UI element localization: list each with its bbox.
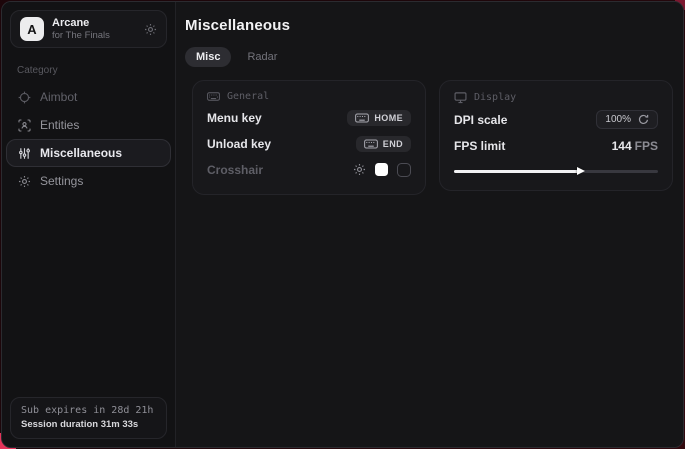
sidebar-item-label: Entities xyxy=(40,118,79,132)
sidebar-item-settings[interactable]: Settings xyxy=(6,167,171,195)
sidebar-nav: Aimbot Entities xyxy=(2,83,175,195)
unload-key-label: Unload key xyxy=(207,137,271,151)
crosshair-settings-gear-icon[interactable] xyxy=(353,163,366,176)
app-name: Arcane xyxy=(52,17,136,30)
fps-limit-label: FPS limit xyxy=(454,139,505,153)
dpi-scale-row: DPI scale 100% xyxy=(454,108,658,131)
menu-key-row: Menu key HOME xyxy=(207,106,411,129)
sidebar: A Arcane for The Finals Category xyxy=(2,2,176,447)
category-label: Category xyxy=(17,65,160,76)
tab-radar[interactable]: Radar xyxy=(236,47,288,67)
crosshair-label: Crosshair xyxy=(207,163,263,177)
menu-key-label: Menu key xyxy=(207,111,262,125)
person-scan-icon xyxy=(18,119,31,132)
unload-key-bind-button[interactable]: END xyxy=(356,136,411,152)
sliders-icon xyxy=(18,147,31,160)
keyboard-icon xyxy=(207,92,220,101)
crosshair-row: Crosshair xyxy=(207,158,411,181)
sidebar-item-aimbot[interactable]: Aimbot xyxy=(6,83,171,111)
sidebar-item-entities[interactable]: Entities xyxy=(6,111,171,139)
fps-limit-slider[interactable] xyxy=(454,166,658,177)
unload-key-row: Unload key END xyxy=(207,132,411,155)
app-title-block: Arcane for The Finals xyxy=(52,17,136,42)
fps-unit: FPS xyxy=(635,139,658,153)
crosshair-icon xyxy=(18,91,31,104)
app-window: A Arcane for The Finals Category xyxy=(1,1,684,448)
fps-slider-thumb[interactable] xyxy=(577,167,585,175)
dpi-scale-label: DPI scale xyxy=(454,113,507,127)
fps-slider-fill xyxy=(454,170,580,173)
app-subtitle: for The Finals xyxy=(52,30,136,41)
app-logo: A xyxy=(20,17,44,41)
cycle-icon xyxy=(638,114,649,125)
sidebar-item-label: Aimbot xyxy=(40,90,77,104)
general-panel-header: General xyxy=(207,91,411,102)
fps-limit-row: FPS limit 144FPS xyxy=(454,134,658,157)
page-title: Miscellaneous xyxy=(185,17,673,34)
display-panel-title: Display xyxy=(474,92,516,103)
main-content: Miscellaneous Misc Radar General xyxy=(176,2,684,447)
panels-row: General Menu key HOME xyxy=(192,80,673,195)
general-panel-title: General xyxy=(227,91,269,102)
display-panel: Display DPI scale 100% xyxy=(439,80,673,191)
header-gear-icon[interactable] xyxy=(144,23,157,36)
gear-icon xyxy=(18,175,31,188)
dpi-scale-select[interactable]: 100% xyxy=(596,110,658,129)
tab-misc[interactable]: Misc xyxy=(185,47,231,67)
menu-key-bind-button[interactable]: HOME xyxy=(347,110,411,126)
tab-bar: Misc Radar xyxy=(185,47,673,67)
keyboard-icon xyxy=(355,113,369,123)
fps-limit-value: 144FPS xyxy=(612,139,658,153)
sidebar-item-miscellaneous[interactable]: Miscellaneous xyxy=(6,139,171,167)
dpi-scale-value: 100% xyxy=(605,114,631,125)
session-duration-text: Session duration 31m 33s xyxy=(21,419,156,430)
sidebar-item-label: Miscellaneous xyxy=(40,146,122,160)
crosshair-controls xyxy=(353,163,411,177)
unload-key-value: END xyxy=(383,139,403,149)
general-panel: General Menu key HOME xyxy=(192,80,426,195)
keyboard-icon xyxy=(364,139,378,149)
app-header-card: A Arcane for The Finals xyxy=(10,10,167,48)
sidebar-item-label: Settings xyxy=(40,174,83,188)
subscription-status-card: Sub expires in 28d 21h Session duration … xyxy=(10,397,167,439)
sub-expires-text: Sub expires in 28d 21h xyxy=(21,405,156,416)
display-panel-header: Display xyxy=(454,91,658,104)
crosshair-checkbox[interactable] xyxy=(397,163,411,177)
menu-key-value: HOME xyxy=(374,113,403,123)
monitor-icon xyxy=(454,91,467,104)
crosshair-color-swatch[interactable] xyxy=(375,163,388,176)
